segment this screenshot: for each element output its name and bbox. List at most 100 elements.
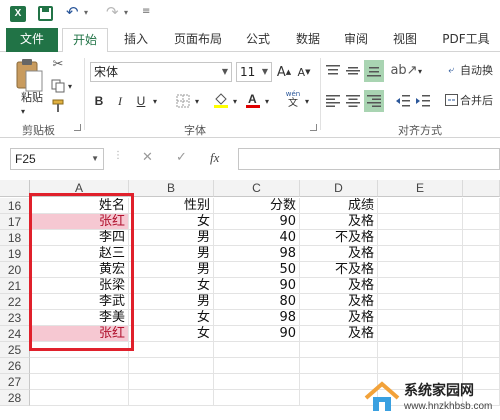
cell-a[interactable] [30,390,129,406]
cell-f[interactable] [463,214,500,230]
cell-b[interactable]: 女 [129,278,214,294]
cell-a[interactable] [30,342,129,358]
paste-dropdown-icon[interactable]: ▾ [17,106,29,116]
font-color-icon[interactable]: A [244,90,262,110]
tab-formulas[interactable]: 公式 [238,28,278,52]
undo-dropdown-icon[interactable]: ▾ [84,8,88,17]
cell-f[interactable] [463,230,500,246]
cell-d[interactable] [300,342,378,358]
align-top-icon[interactable] [324,62,342,80]
wrap-text-button[interactable]: 自动换 [460,62,500,78]
cell-b[interactable]: 男 [129,246,214,262]
cell-b[interactable]: 性别 [129,198,214,214]
cell-d[interactable]: 及格 [300,294,378,310]
grow-font-button[interactable]: A ▲ [276,62,292,82]
cell-c[interactable] [214,390,300,406]
cell-c[interactable] [214,342,300,358]
cell-b[interactable] [129,342,214,358]
cell-e[interactable] [378,262,463,278]
cell-f[interactable] [463,358,500,374]
cell-f[interactable] [463,198,500,214]
underline-button[interactable]: U [134,92,148,110]
cell-e[interactable] [378,246,463,262]
borders-dropdown-icon[interactable]: ▾ [192,94,202,108]
redo-icon[interactable]: ↷ [106,3,119,21]
cell-e[interactable] [378,230,463,246]
cell-c[interactable]: 90 [214,278,300,294]
merge-center-icon[interactable] [444,92,458,108]
orientation-dropdown-icon[interactable]: ▾ [416,64,424,78]
italic-button[interactable]: I [113,92,127,110]
tab-view[interactable]: 视图 [385,28,425,52]
formula-bar-grip-icon[interactable]: ⋮ [113,150,123,161]
cell-b[interactable]: 女 [129,326,214,342]
tab-file[interactable]: 文件 [6,28,58,52]
cell-a[interactable]: 李四 [30,230,129,246]
cell-d[interactable]: 成绩 [300,198,378,214]
cell-b[interactable]: 女 [129,214,214,230]
redo-dropdown-icon[interactable]: ▾ [124,8,128,17]
phonetic-button[interactable]: wén 文 [282,88,304,110]
cell-c[interactable]: 40 [214,230,300,246]
cell-f[interactable] [463,246,500,262]
cell-a[interactable]: 张红 [30,214,129,230]
save-icon[interactable] [38,6,53,21]
tab-pdf-tools[interactable]: PDF工具 [434,28,498,52]
cell-b[interactable]: 男 [129,230,214,246]
copy-icon[interactable] [50,78,66,94]
row-header[interactable]: 26 [0,358,30,374]
tab-data[interactable]: 数据 [288,28,328,52]
clipboard-launcher-icon[interactable] [74,124,81,131]
increase-indent-icon[interactable] [414,92,432,110]
cell-d[interactable]: 不及格 [300,262,378,278]
row-header[interactable]: 28 [0,390,30,406]
cell-c[interactable]: 90 [214,326,300,342]
cell-b[interactable] [129,374,214,390]
cell-f[interactable] [463,342,500,358]
cell-d[interactable]: 及格 [300,246,378,262]
row-header[interactable]: 16 [0,198,30,214]
cell-f[interactable] [463,326,500,342]
cell-b[interactable] [129,358,214,374]
select-all-corner[interactable] [0,180,30,197]
font-name-select[interactable]: 宋体 ▼ [90,62,232,82]
cell-a[interactable]: 张红 [30,326,129,342]
column-header-d[interactable]: D [300,180,378,197]
row-header[interactable]: 27 [0,374,30,390]
cell-d[interactable]: 及格 [300,326,378,342]
paste-button[interactable]: 粘贴 [14,90,50,104]
cell-a[interactable]: 赵三 [30,246,129,262]
cut-icon[interactable]: ✂ [50,56,66,72]
tab-insert[interactable]: 插入 [116,28,156,52]
row-header[interactable]: 19 [0,246,30,262]
cell-e[interactable] [378,278,463,294]
cell-f[interactable] [463,278,500,294]
font-launcher-icon[interactable] [310,124,317,131]
row-header[interactable]: 21 [0,278,30,294]
cell-e[interactable] [378,310,463,326]
cancel-icon[interactable]: ✕ [142,150,153,165]
row-header[interactable]: 20 [0,262,30,278]
orientation-icon[interactable]: ab↗ [390,60,417,80]
merge-center-button[interactable]: 合并后 [460,92,500,108]
cell-c[interactable]: 98 [214,310,300,326]
phonetic-dropdown-icon[interactable]: ▾ [302,94,312,108]
cell-b[interactable] [129,390,214,406]
cell-e[interactable] [378,198,463,214]
copy-dropdown-icon[interactable]: ▾ [66,80,74,92]
row-header[interactable]: 23 [0,310,30,326]
cell-a[interactable] [30,374,129,390]
cell-c[interactable]: 分数 [214,198,300,214]
cell-a[interactable]: 姓名 [30,198,129,214]
cell-f[interactable] [463,310,500,326]
name-box[interactable]: F25 ▼ [10,148,104,170]
fill-color-dropdown-icon[interactable]: ▾ [230,94,240,108]
row-header[interactable]: 25 [0,342,30,358]
column-header-f[interactable] [463,180,500,197]
row-header[interactable]: 24 [0,326,30,342]
cell-a[interactable]: 李美 [30,310,129,326]
cell-f[interactable] [463,294,500,310]
cell-b[interactable]: 男 [129,294,214,310]
align-bottom-icon[interactable] [364,60,384,82]
shrink-font-button[interactable]: A ▼ [296,62,312,82]
